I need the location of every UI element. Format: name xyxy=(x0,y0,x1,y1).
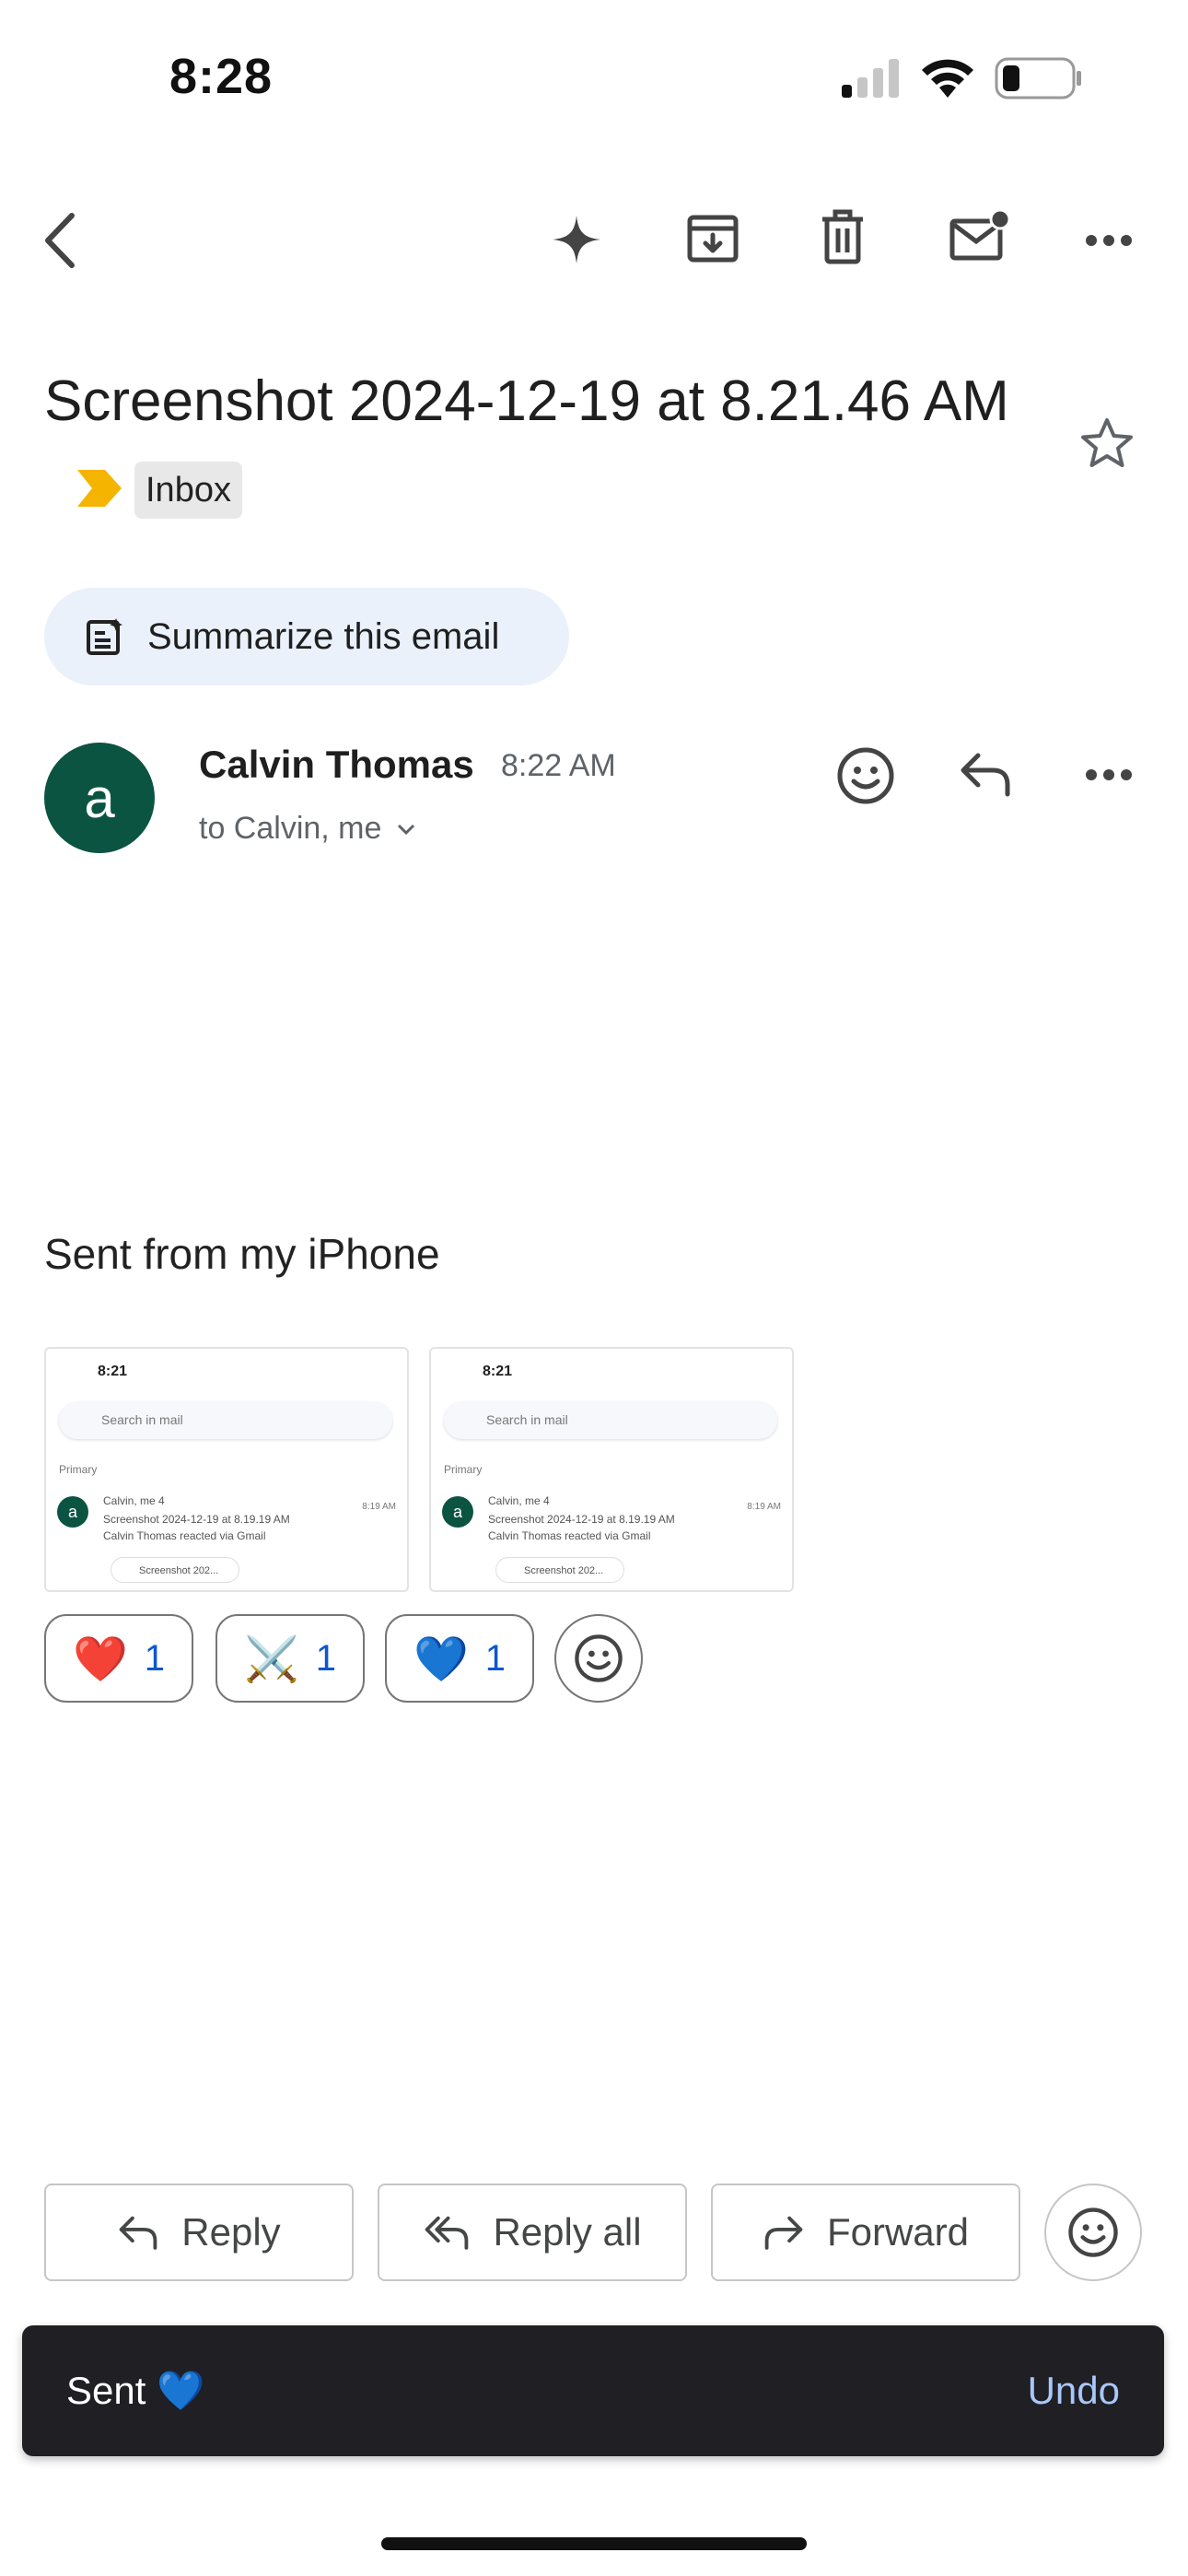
add-reaction-button[interactable] xyxy=(554,1614,643,1703)
inbox-label[interactable]: Inbox xyxy=(134,461,242,519)
reply-all-icon xyxy=(423,2214,471,2251)
recipients-text: to Calvin, me xyxy=(199,811,382,846)
sent-time: 8:22 AM xyxy=(501,748,616,783)
thumb-section: Primary xyxy=(444,1463,483,1476)
mark-unread-icon[interactable] xyxy=(949,210,1009,262)
snackbar-message: Sent 💙 xyxy=(66,2368,205,2412)
emoji-icon xyxy=(574,1633,623,1683)
reaction-count: 1 xyxy=(484,1637,506,1679)
archive-icon[interactable] xyxy=(685,210,740,265)
more-icon[interactable] xyxy=(1085,234,1133,247)
sparkle-icon[interactable] xyxy=(551,214,602,265)
forward-icon xyxy=(763,2214,805,2251)
email-subject: Screenshot 2024-12-19 at 8.21.46 AM Inbox xyxy=(44,357,1039,534)
thumb-received-time: 8:19 AM xyxy=(362,1502,396,1512)
undo-button[interactable]: Undo xyxy=(1028,2369,1120,2413)
emoji-reaction-button[interactable] xyxy=(1044,2184,1142,2281)
forward-label: Forward xyxy=(826,2210,970,2254)
thumb-search-placeholder: Search in mail xyxy=(486,1412,568,1427)
thumb-subject: Screenshot 2024-12-19 at 8.19.19 AM xyxy=(488,1513,675,1526)
importance-marker-icon[interactable] xyxy=(76,468,123,509)
battery-icon xyxy=(995,57,1083,100)
thumb-snippet: Calvin Thomas reacted via Gmail xyxy=(103,1529,266,1542)
back-icon[interactable] xyxy=(41,212,77,269)
summarize-button[interactable]: Summarize this email xyxy=(44,588,569,685)
status-time: 8:28 xyxy=(169,49,274,104)
thumb-avatar: a xyxy=(442,1496,473,1528)
summarize-icon xyxy=(85,616,125,657)
star-icon[interactable] xyxy=(1079,416,1135,470)
thumb-status-time: 8:21 xyxy=(98,1364,128,1379)
reaction-count: 1 xyxy=(144,1637,165,1679)
sender-avatar[interactable]: a xyxy=(44,743,155,853)
reaction-chip-heart[interactable]: ❤️ 1 xyxy=(44,1614,193,1703)
reaction-emoji: 💙 xyxy=(413,1634,469,1684)
reply-icon[interactable] xyxy=(958,750,1013,798)
add-reaction-icon[interactable] xyxy=(836,746,895,805)
summarize-label: Summarize this email xyxy=(147,615,500,657)
subject-text: Screenshot 2024-12-19 at 8.21.46 AM xyxy=(44,369,1009,433)
trash-icon[interactable] xyxy=(820,208,866,265)
thumb-snippet: Calvin Thomas reacted via Gmail xyxy=(488,1529,651,1542)
email-body: Sent from my iPhone xyxy=(44,1230,440,1278)
reaction-emoji: ⚔️ xyxy=(243,1634,299,1684)
reaction-count: 1 xyxy=(315,1637,336,1679)
wifi-icon xyxy=(919,55,976,98)
thumb-attachment: Screenshot 202... xyxy=(111,1557,239,1583)
attachment-thumbnail[interactable]: 8:21 Search in mail Primary a 8:19 AM Ca… xyxy=(44,1347,409,1592)
thumb-status-time: 8:21 xyxy=(483,1364,513,1379)
reply-icon xyxy=(117,2214,159,2251)
forward-button[interactable]: Forward xyxy=(711,2184,1020,2281)
cellular-signal-icon xyxy=(840,59,903,98)
reaction-emoji: ❤️ xyxy=(72,1634,128,1684)
thumb-from: Calvin, me 4 xyxy=(488,1494,550,1507)
thumb-received-time: 8:19 AM xyxy=(747,1502,781,1512)
thumb-search-placeholder: Search in mail xyxy=(101,1412,183,1427)
reply-button[interactable]: Reply xyxy=(44,2184,354,2281)
chevron-down-icon xyxy=(396,823,416,836)
thumb-from: Calvin, me 4 xyxy=(103,1494,165,1507)
reply-all-button[interactable]: Reply all xyxy=(378,2184,687,2281)
sender-name[interactable]: Calvin Thomas xyxy=(199,743,474,787)
recipients-toggle[interactable]: to Calvin, me xyxy=(199,811,416,847)
thumb-section: Primary xyxy=(59,1463,98,1476)
sent-snackbar: Sent 💙 Undo xyxy=(22,2325,1164,2456)
reaction-chip-blue-heart[interactable]: 💙 1 xyxy=(385,1614,534,1703)
message-more-icon[interactable] xyxy=(1085,768,1133,781)
thumb-attachment: Screenshot 202... xyxy=(495,1557,624,1583)
attachment-thumbnail[interactable]: 8:21 Search in mail Primary a 8:19 AM Ca… xyxy=(429,1347,794,1592)
reply-all-label: Reply all xyxy=(493,2210,642,2254)
thumb-avatar: a xyxy=(57,1496,88,1528)
home-indicator[interactable] xyxy=(381,2537,807,2550)
thumb-subject: Screenshot 2024-12-19 at 8.19.19 AM xyxy=(103,1513,290,1526)
reaction-chip-swords[interactable]: ⚔️ 1 xyxy=(215,1614,365,1703)
emoji-icon xyxy=(1067,2207,1119,2258)
reply-label: Reply xyxy=(181,2210,281,2254)
